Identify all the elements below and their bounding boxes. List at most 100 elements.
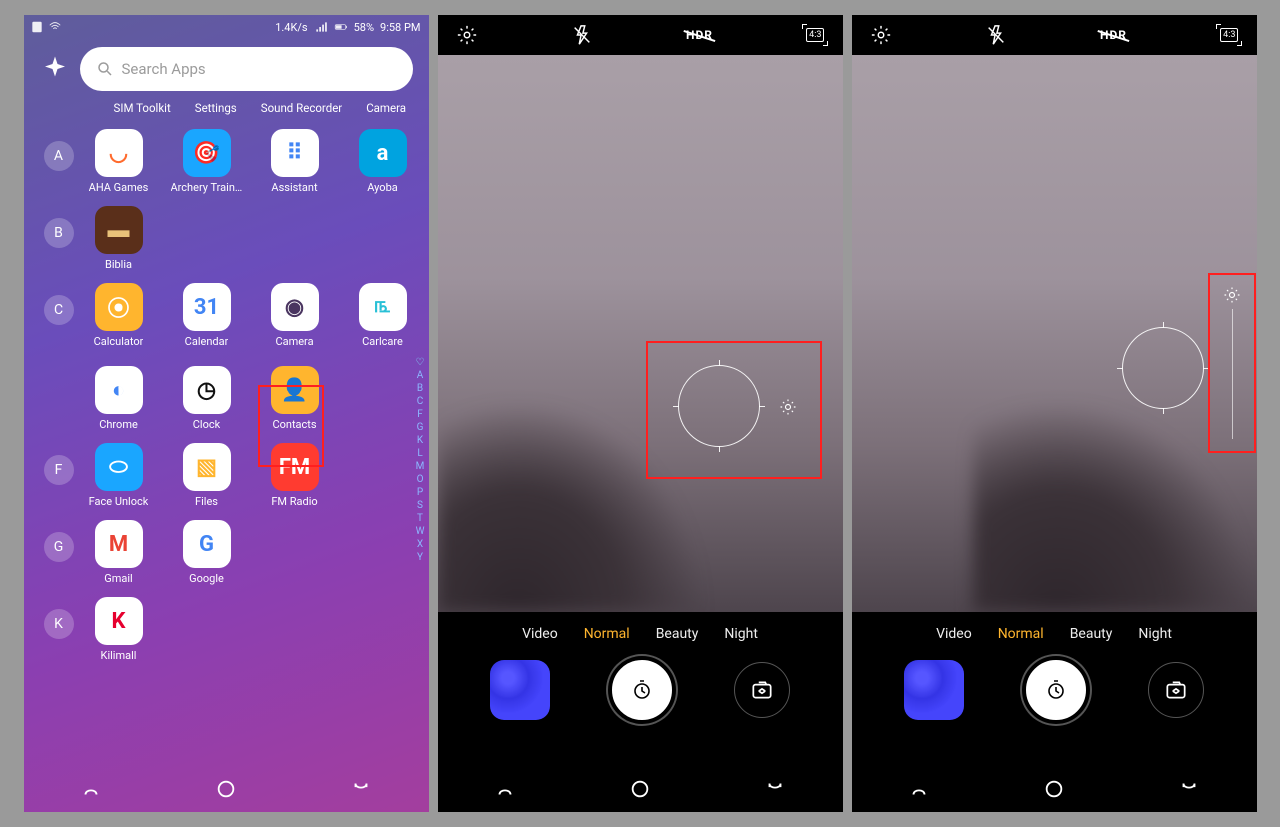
recents-button[interactable] xyxy=(908,778,930,800)
settings-gear-icon[interactable] xyxy=(456,24,478,46)
index-letter[interactable]: S xyxy=(417,500,423,511)
index-letter[interactable]: Y xyxy=(417,552,423,563)
flash-off-icon[interactable] xyxy=(985,24,1007,46)
back-button[interactable] xyxy=(764,778,786,800)
app-item[interactable]: ◷ Clock xyxy=(176,366,238,431)
mode-video[interactable]: Video xyxy=(936,626,972,642)
index-letter[interactable]: K xyxy=(417,435,423,446)
exposure-sun-icon[interactable] xyxy=(778,397,798,421)
mode-beauty[interactable]: Beauty xyxy=(656,626,699,642)
shortcut[interactable]: Sound Recorder xyxy=(261,101,342,115)
app-item[interactable]: ௩Carlcare xyxy=(352,283,414,348)
alpha-index[interactable]: ♡ ABCFGKLMOPSTWXY xyxy=(416,357,425,563)
nav-bar xyxy=(852,766,1257,812)
index-letter[interactable]: G xyxy=(417,422,424,433)
shutter-button[interactable] xyxy=(608,656,676,724)
app-label: Kilimall xyxy=(101,649,137,662)
flash-off-icon[interactable] xyxy=(571,24,593,46)
index-letter[interactable]: C xyxy=(417,396,424,407)
index-letter[interactable]: X xyxy=(417,539,423,550)
recents-button[interactable] xyxy=(494,778,516,800)
index-letter[interactable]: M xyxy=(416,461,425,472)
aspect-ratio-button[interactable]: 4:3 xyxy=(806,28,824,42)
shortcut[interactable]: Settings xyxy=(195,101,237,115)
app-item[interactable]: ⦿Calculator xyxy=(88,283,150,348)
mode-night[interactable]: Night xyxy=(724,626,758,642)
app-label: Face Unlock xyxy=(89,495,149,508)
app-item[interactable]: ⠿Assistant xyxy=(264,129,326,194)
gallery-thumbnail[interactable] xyxy=(490,660,550,720)
gallery-thumbnail[interactable] xyxy=(904,660,964,720)
mode-normal[interactable]: Normal xyxy=(584,626,630,642)
index-letter[interactable]: O xyxy=(417,474,424,485)
app-item[interactable]: ▬Biblia xyxy=(88,206,150,271)
mode-night[interactable]: Night xyxy=(1138,626,1172,642)
index-letter[interactable]: L xyxy=(417,448,422,459)
switch-camera-button[interactable] xyxy=(1148,662,1204,718)
app-icon: K xyxy=(95,597,143,645)
index-letter[interactable]: ♡ xyxy=(416,357,425,368)
shortcut[interactable]: Camera xyxy=(366,101,406,115)
app-icon: ▧ xyxy=(183,443,231,491)
shortcut[interactable]: SIM Toolkit xyxy=(114,101,171,115)
index-letter[interactable]: T xyxy=(417,513,423,524)
hdr-off-icon[interactable]: HDR xyxy=(686,28,713,42)
app-item[interactable]: ▧Files xyxy=(176,443,238,508)
home-button[interactable] xyxy=(215,778,237,800)
app-label: Calendar xyxy=(185,335,229,348)
settings-gear-icon[interactable] xyxy=(870,24,892,46)
battery-icon xyxy=(334,20,348,34)
mode-normal[interactable]: Normal xyxy=(998,626,1044,642)
exposure-sun-icon[interactable] xyxy=(1222,285,1242,309)
phone-camera-exposure: HDR 4:3 Video Normal Beauty Night xyxy=(852,15,1257,812)
app-icon: ◷ xyxy=(183,366,231,414)
sparkle-icon[interactable] xyxy=(40,54,70,84)
app-item[interactable]: FMFM Radio xyxy=(264,443,326,508)
app-item[interactable]: ◡AHA Games xyxy=(88,129,150,194)
exposure-slider-track[interactable] xyxy=(1232,309,1233,439)
app-label: Carlcare xyxy=(362,335,403,348)
section-G: G MGmail GGoogle xyxy=(32,514,421,591)
search-input[interactable]: Search Apps xyxy=(80,47,413,91)
home-button[interactable] xyxy=(1043,778,1065,800)
viewfinder[interactable] xyxy=(852,55,1257,612)
app-icon: ⦿ xyxy=(95,283,143,331)
app-label: Chrome xyxy=(99,418,138,431)
index-letter[interactable]: P xyxy=(417,487,423,498)
shutter-button[interactable] xyxy=(1022,656,1090,724)
index-letter[interactable]: F xyxy=(417,409,423,420)
viewfinder[interactable] xyxy=(438,55,843,612)
app-item[interactable]: GGoogle xyxy=(176,520,238,585)
app-item[interactable]: K Kilimall xyxy=(88,597,150,662)
app-icon: G xyxy=(183,520,231,568)
mode-strip[interactable]: Video Normal Beauty Night xyxy=(438,620,843,656)
back-button[interactable] xyxy=(350,778,372,800)
index-letter[interactable]: B xyxy=(417,383,423,394)
switch-camera-button[interactable] xyxy=(734,662,790,718)
app-item[interactable]: ◉Camera xyxy=(264,283,326,348)
focus-reticle[interactable] xyxy=(1122,327,1204,409)
home-button[interactable] xyxy=(629,778,651,800)
app-item[interactable]: MGmail xyxy=(88,520,150,585)
hdr-off-icon[interactable]: HDR xyxy=(1100,28,1127,42)
aspect-ratio-button[interactable]: 4:3 xyxy=(1220,28,1238,42)
mode-beauty[interactable]: Beauty xyxy=(1070,626,1113,642)
app-item[interactable]: 👤Contacts xyxy=(264,366,326,431)
letter-header: K xyxy=(44,609,74,639)
camera-top-bar: HDR 4:3 xyxy=(438,15,843,55)
index-letter[interactable]: A xyxy=(417,370,424,381)
focus-reticle[interactable] xyxy=(678,365,760,447)
mode-video[interactable]: Video xyxy=(522,626,558,642)
app-item[interactable]: ⬭Face Unlock xyxy=(88,443,150,508)
recents-button[interactable] xyxy=(80,778,102,800)
app-item[interactable]: aAyoba xyxy=(352,129,414,194)
app-item[interactable]: 🎯Archery Traini... xyxy=(176,129,238,194)
mode-strip[interactable]: Video Normal Beauty Night xyxy=(852,620,1257,656)
app-item[interactable]: 31Calendar xyxy=(176,283,238,348)
app-icon: ◡ xyxy=(95,129,143,177)
index-letter[interactable]: W xyxy=(416,526,425,537)
app-label: Clock xyxy=(193,418,220,431)
nav-bar xyxy=(438,766,843,812)
back-button[interactable] xyxy=(1178,778,1200,800)
app-item[interactable]: ◐Chrome xyxy=(88,366,150,431)
